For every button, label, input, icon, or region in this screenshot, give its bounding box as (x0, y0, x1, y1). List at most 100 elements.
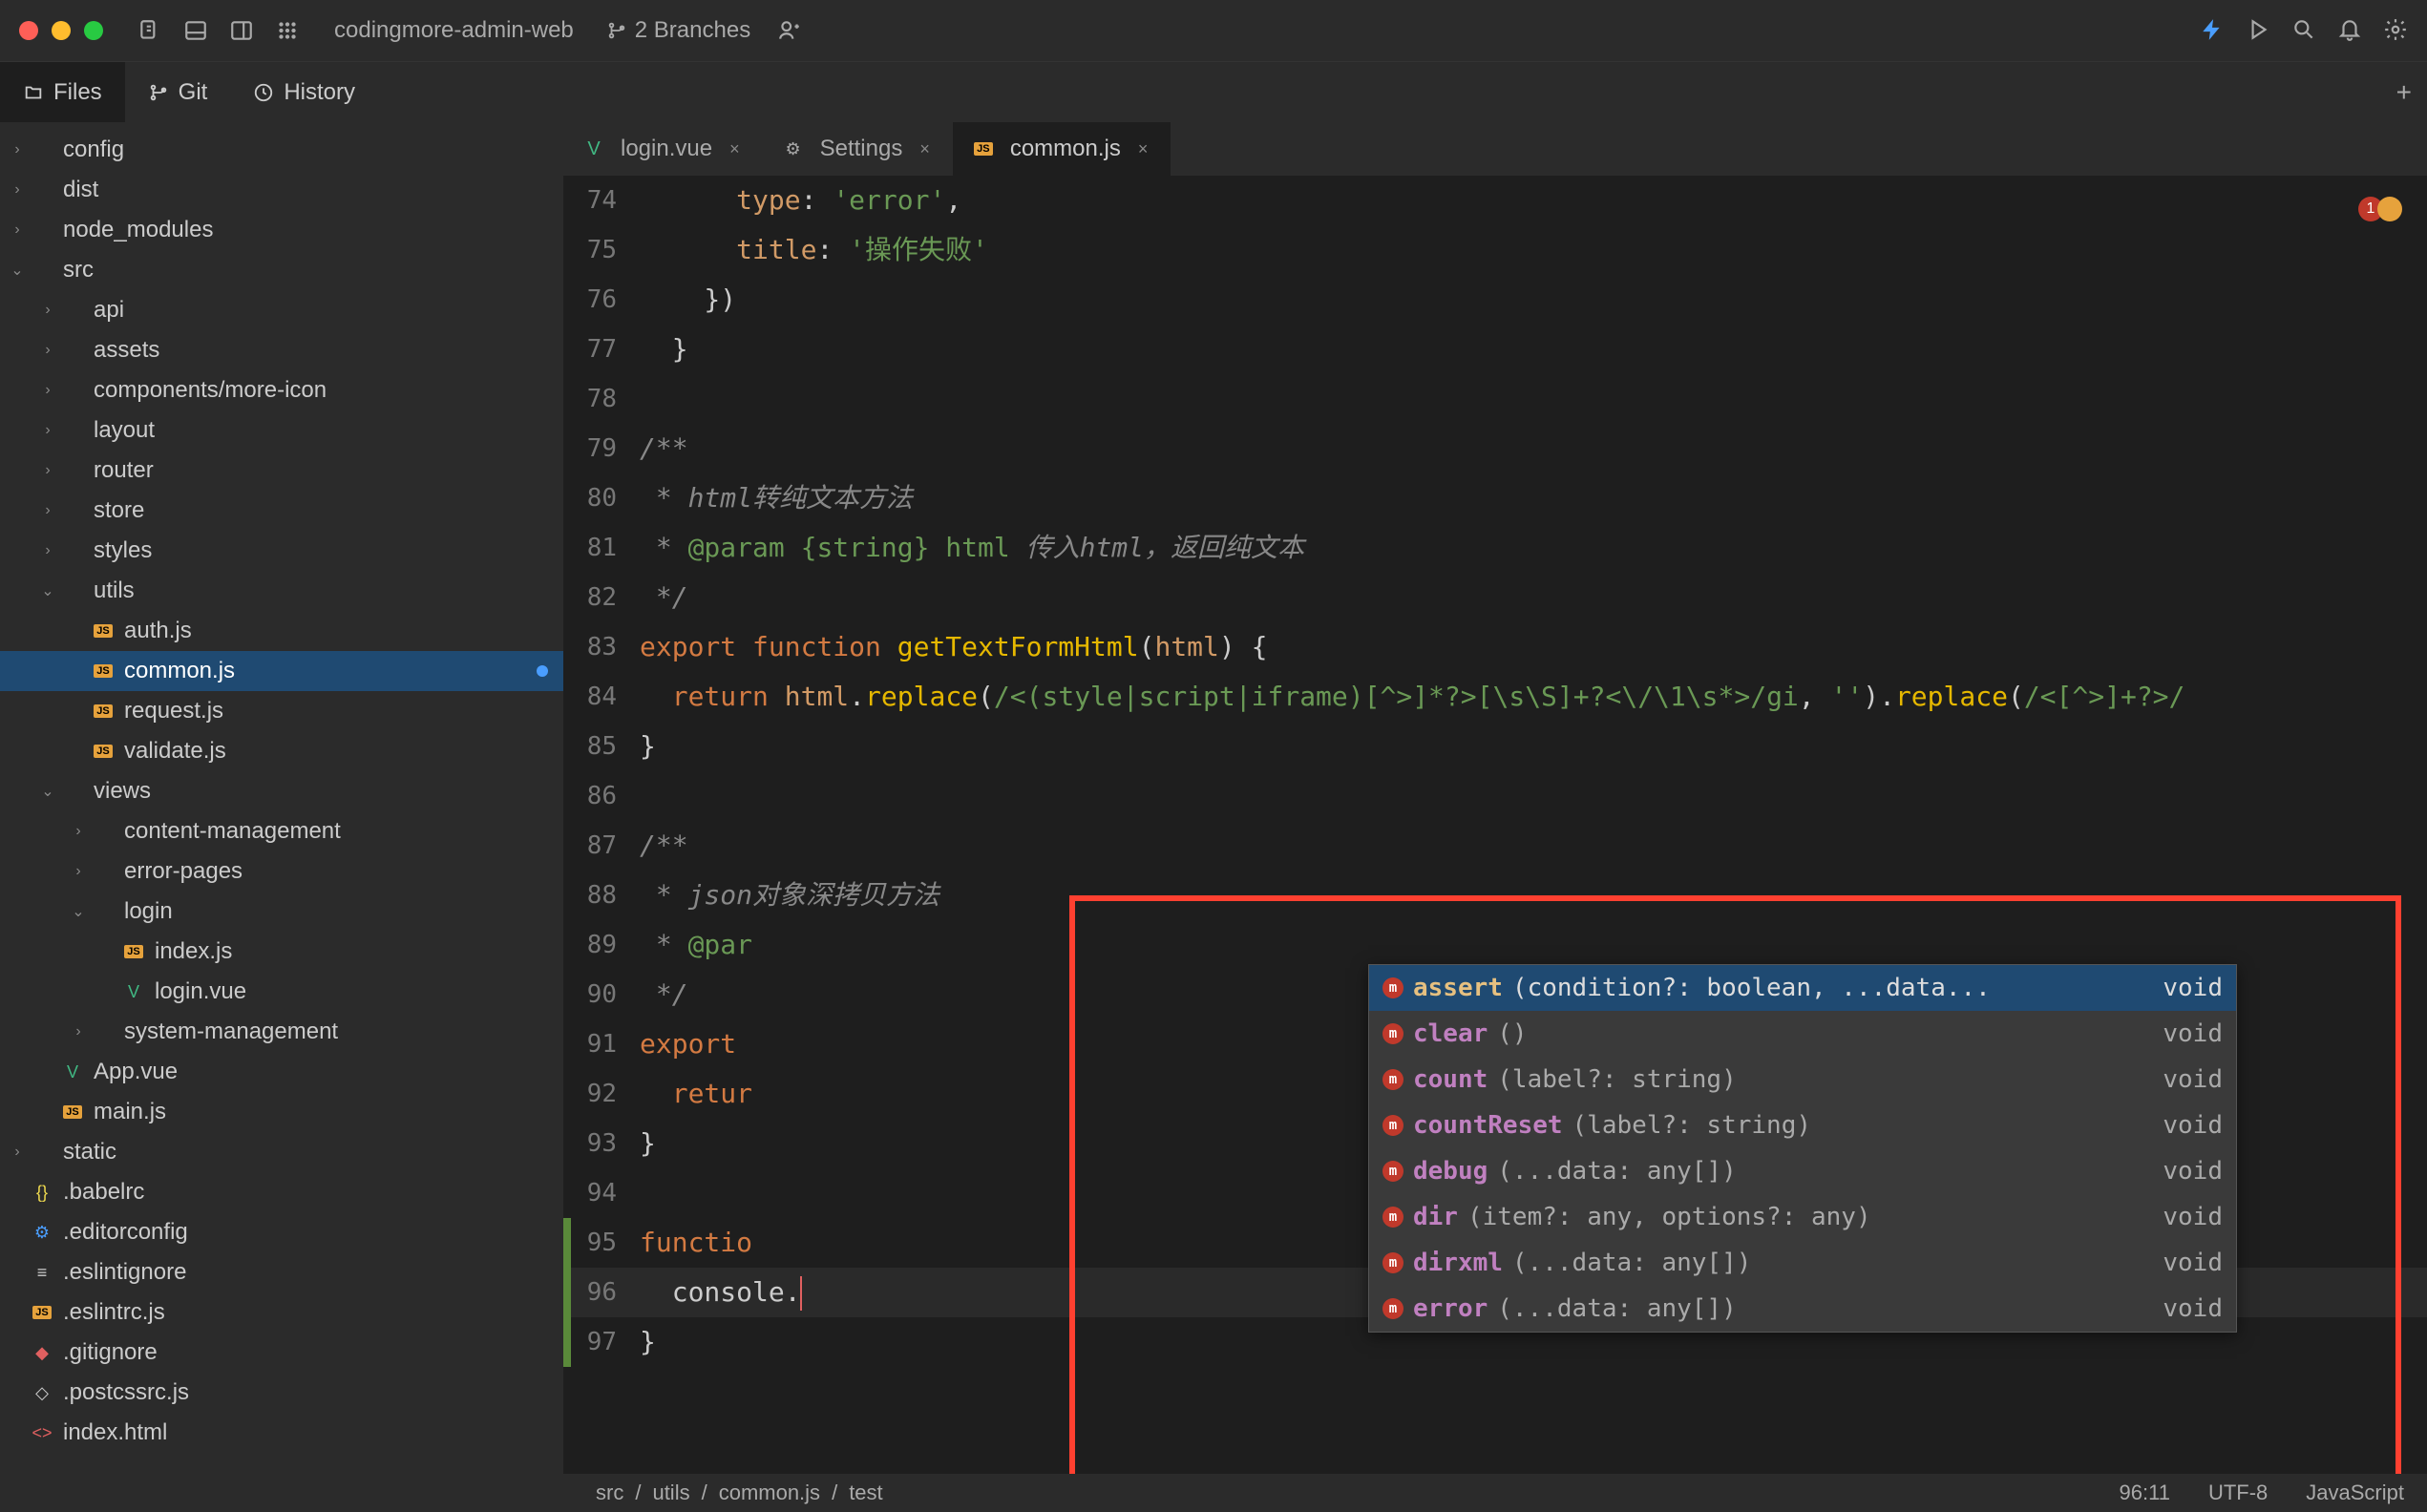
folder-components/more-icon[interactable]: ›components/more-icon (0, 370, 563, 410)
folder-config[interactable]: ›config (0, 130, 563, 170)
file-main.js[interactable]: JSmain.js (0, 1092, 563, 1132)
gutter-indicator (563, 1218, 571, 1268)
file-index.js[interactable]: JSindex.js (0, 932, 563, 972)
code-line-88[interactable]: 88 * json对象深拷贝方法 (563, 871, 2427, 920)
tab-git[interactable]: Git (125, 62, 231, 122)
problems-badge[interactable]: 1 (2358, 197, 2402, 221)
code-line-76[interactable]: 76 }) (563, 275, 2427, 325)
add-user-icon[interactable] (777, 18, 802, 43)
folder-dist[interactable]: ›dist (0, 170, 563, 210)
code-line-83[interactable]: 83export function getTextFormHtml(html) … (563, 622, 2427, 672)
breadcrumb-segment[interactable]: common.js (719, 1480, 820, 1505)
code-line-87[interactable]: 87/** (563, 821, 2427, 871)
code-line-74[interactable]: 74 type: 'error', (563, 176, 2427, 225)
file-tree[interactable]: ›config›dist›node_modules⌄src›api›assets… (0, 122, 563, 1474)
autocomplete-item-countReset[interactable]: mcountReset(label?: string)void (1369, 1102, 2236, 1148)
tab-files[interactable]: Files (0, 62, 125, 122)
folder-static[interactable]: ›static (0, 1132, 563, 1172)
code-line-85[interactable]: 85} (563, 722, 2427, 771)
new-file-icon[interactable] (137, 18, 162, 43)
file-login.vue[interactable]: Vlogin.vue (0, 972, 563, 1012)
minimize-window[interactable] (52, 21, 71, 40)
autocomplete-item-count[interactable]: mcount(label?: string)void (1369, 1057, 2236, 1102)
tab-history[interactable]: History (230, 62, 378, 122)
code-line-82[interactable]: 82 */ (563, 573, 2427, 622)
folder-store[interactable]: ›store (0, 491, 563, 531)
code-line-80[interactable]: 80 * html转纯文本方法 (563, 473, 2427, 523)
code-line-81[interactable]: 81 * @param {string} html 传入html，返回纯文本 (563, 523, 2427, 573)
tree-item-label: index.html (63, 1419, 167, 1446)
code-line-75[interactable]: 75 title: '操作失败' (563, 225, 2427, 275)
code-line-79[interactable]: 79/** (563, 424, 2427, 473)
apps-icon[interactable] (275, 18, 300, 43)
ac-return-type: void (2163, 963, 2223, 1013)
close-tab-icon[interactable]: × (919, 139, 930, 159)
encoding[interactable]: UTF-8 (2208, 1480, 2268, 1505)
editor-tab-Settings[interactable]: ⚙Settings× (763, 122, 953, 176)
folder-system-management[interactable]: ›system-management (0, 1012, 563, 1052)
close-window[interactable] (19, 21, 38, 40)
editor-content[interactable]: 1 74 type: 'error',75 title: '操作失败'76 })… (563, 176, 2427, 1474)
file-.editorconfig[interactable]: ⚙.editorconfig (0, 1212, 563, 1252)
file-App.vue[interactable]: VApp.vue (0, 1052, 563, 1092)
code-line-86[interactable]: 86 (563, 771, 2427, 821)
folder-login[interactable]: ⌄login (0, 892, 563, 932)
code-line-78[interactable]: 78 (563, 374, 2427, 424)
folder-styles[interactable]: ›styles (0, 531, 563, 571)
file-common.js[interactable]: JScommon.js (0, 651, 563, 691)
editor-tab-common.js[interactable]: JScommon.js× (953, 122, 1171, 176)
breadcrumb[interactable]: src/utils/common.js/test (596, 1480, 883, 1505)
code-line-77[interactable]: 77 } (563, 325, 2427, 374)
autocomplete-popup[interactable]: massert(condition?: boolean, ...data...v… (1368, 964, 2237, 1333)
autocomplete-item-assert[interactable]: massert(condition?: boolean, ...data...v… (1369, 965, 2236, 1011)
autocomplete-item-debug[interactable]: mdebug(...data: any[])void (1369, 1148, 2236, 1194)
close-tab-icon[interactable]: × (729, 139, 740, 159)
cursor-position[interactable]: 96:11 (2120, 1480, 2170, 1505)
code-line-84[interactable]: 84 return html.replace(/<(style|script|i… (563, 672, 2427, 722)
close-tab-icon[interactable]: × (1138, 139, 1149, 159)
add-toolwindow-button[interactable]: + (2396, 77, 2412, 108)
folder-src[interactable]: ⌄src (0, 250, 563, 290)
panel-right-icon[interactable] (229, 18, 254, 43)
folder-utils[interactable]: ⌄utils (0, 571, 563, 611)
branches-button[interactable]: 2 Branches (606, 17, 750, 44)
tab-git-label: Git (179, 79, 208, 106)
folder-error-pages[interactable]: ›error-pages (0, 851, 563, 892)
run-icon[interactable] (2246, 17, 2270, 45)
bell-icon[interactable] (2337, 17, 2362, 45)
code-text: */ (640, 573, 688, 622)
file-index.html[interactable]: <>index.html (0, 1413, 563, 1453)
file-validate.js[interactable]: JSvalidate.js (0, 731, 563, 771)
file-.babelrc[interactable]: {}.babelrc (0, 1172, 563, 1212)
folder-layout[interactable]: ›layout (0, 410, 563, 451)
vue-icon: V (61, 1060, 84, 1083)
gear-icon[interactable] (2383, 17, 2408, 45)
breadcrumb-segment[interactable]: utils (652, 1480, 689, 1505)
folder-views[interactable]: ⌄views (0, 771, 563, 811)
language[interactable]: JavaScript (2306, 1480, 2404, 1505)
folder-assets[interactable]: ›assets (0, 330, 563, 370)
autocomplete-item-dir[interactable]: mdir(item?: any, options?: any)void (1369, 1194, 2236, 1240)
file-.postcssrc.js[interactable]: ◇.postcssrc.js (0, 1373, 563, 1413)
editor-tab-login.vue[interactable]: Vlogin.vue× (563, 122, 763, 176)
file-.eslintrc.js[interactable]: JS.eslintrc.js (0, 1292, 563, 1333)
folder-api[interactable]: ›api (0, 290, 563, 330)
breadcrumb-segment[interactable]: src (596, 1480, 623, 1505)
breadcrumb-segment[interactable]: test (849, 1480, 882, 1505)
file-auth.js[interactable]: JSauth.js (0, 611, 563, 651)
panel-bottom-icon[interactable] (183, 18, 208, 43)
maximize-window[interactable] (84, 21, 103, 40)
file-request.js[interactable]: JSrequest.js (0, 691, 563, 731)
file-.eslintignore[interactable]: ≡.eslintignore (0, 1252, 563, 1292)
folder-node_modules[interactable]: ›node_modules (0, 210, 563, 250)
autocomplete-item-dirxml[interactable]: mdirxml(...data: any[])void (1369, 1240, 2236, 1286)
search-icon[interactable] (2291, 17, 2316, 45)
project-name[interactable]: codingmore-admin-web (334, 17, 574, 44)
js-icon: JS (972, 137, 995, 160)
folder-router[interactable]: ›router (0, 451, 563, 491)
autocomplete-item-clear[interactable]: mclear()void (1369, 1011, 2236, 1057)
autocomplete-item-error[interactable]: merror(...data: any[])void (1369, 1286, 2236, 1332)
file-.gitignore[interactable]: ◆.gitignore (0, 1333, 563, 1373)
lightning-icon[interactable] (2200, 17, 2225, 45)
folder-content-management[interactable]: ›content-management (0, 811, 563, 851)
